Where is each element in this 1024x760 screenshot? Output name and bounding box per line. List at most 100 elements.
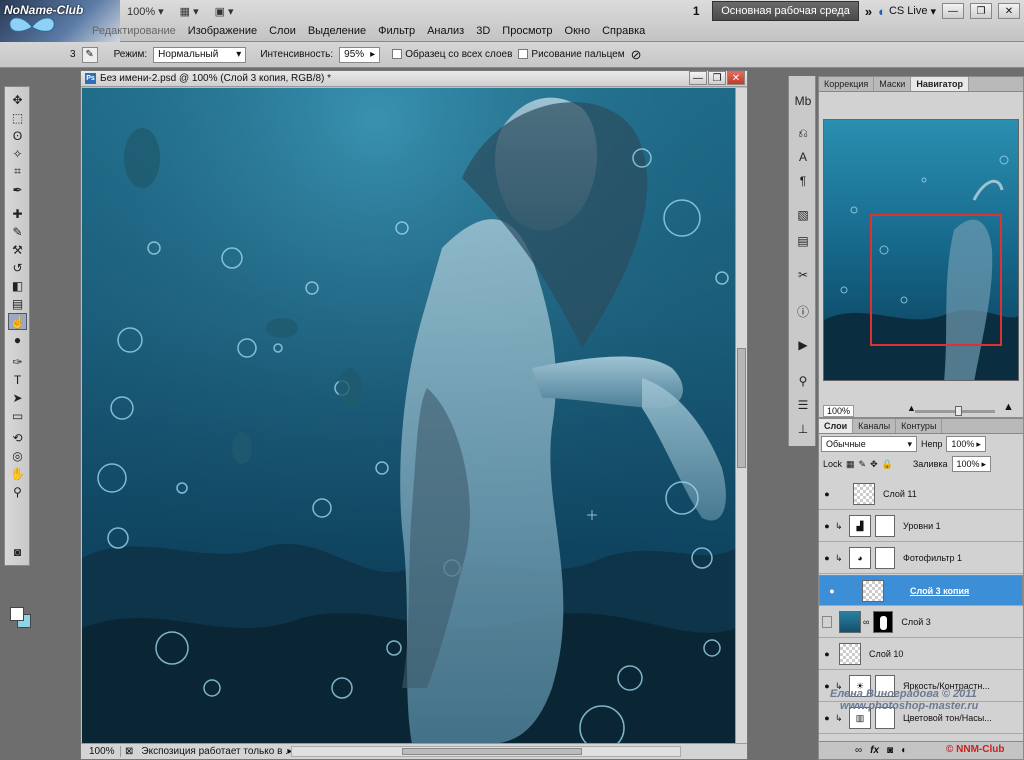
restore-button[interactable]: ❐ [970,3,992,19]
swatches-icon[interactable]: ▧ [793,206,813,224]
menu-layers[interactable]: Слои [263,22,302,40]
menu-image[interactable]: Изображение [182,22,263,40]
menu-analysis[interactable]: Анализ [421,22,470,40]
dodge-tool-icon[interactable]: ● [8,331,27,348]
path-select-tool-icon[interactable]: ➤ [8,389,27,406]
menu-help[interactable]: Справка [596,22,651,40]
horizontal-scroll-thumb[interactable] [402,748,582,755]
finger-painting-checkbox[interactable]: Рисование пальцем [518,49,625,60]
document-title-bar[interactable]: Ps Без имени-2.psd @ 100% (Слой 3 копия,… [81,71,747,87]
marquee-tool-icon[interactable]: ⬚ [8,109,27,126]
tool-presets-icon[interactable]: ✂ [793,266,813,284]
zoom-tool-icon[interactable]: ⚲ [8,483,27,500]
add-mask-icon[interactable]: ◙ [887,745,893,756]
expand-icon[interactable]: » [865,4,872,19]
3d-orbit-tool-icon[interactable]: ◎ [8,447,27,464]
eyedropper-tool-icon[interactable]: ✒ [8,181,27,198]
mini-bridge-icon[interactable]: Mb [793,92,813,110]
layer-row[interactable]: ● ↳ ▟ Уровни 1 [819,511,1023,542]
actions-icon[interactable]: ▶ [793,336,813,354]
visibility-eye-icon[interactable]: ● [819,713,835,723]
hand-tool-icon[interactable]: ✋ [8,465,27,482]
lock-move-icon[interactable]: ✥ [870,459,878,470]
clone-source-icon[interactable]: ⚲ [793,372,813,390]
new-adjustment-icon[interactable]: ◐ [901,745,907,756]
lasso-tool-icon[interactable]: ʘ [8,127,27,144]
visibility-eye-icon[interactable]: ● [819,521,835,531]
menu-edit[interactable]: Редактирование [86,22,182,40]
fx-icon[interactable]: fx [870,745,879,756]
eraser-tool-icon[interactable]: ◧ [8,277,27,294]
close-button[interactable]: ✕ [998,3,1020,19]
navigator-zoom-slider[interactable] [915,406,995,416]
navigator-zoom-field[interactable]: 100% [823,405,855,417]
lock-brush-icon[interactable]: ✎ [859,459,867,470]
intensity-input[interactable]: 95% ▸ [339,46,381,63]
lock-all-icon[interactable]: 🔒 [882,459,893,470]
history-icon[interactable]: ⎌ [793,124,813,142]
move-tool-icon[interactable]: ✥ [8,91,27,108]
paragraph-icon[interactable]: ¶ [793,172,813,190]
horizontal-scrollbar[interactable] [291,746,681,757]
vertical-scroll-thumb[interactable] [737,348,746,468]
brush-tool-icon[interactable]: ✎ [8,223,27,240]
minimize-button[interactable]: — [942,3,964,19]
status-zoom[interactable]: 100% [81,746,121,757]
layer-row-selected[interactable]: ● Слой 3 копия [819,575,1023,606]
quick-select-tool-icon[interactable]: ✧ [8,145,27,162]
tab-paths[interactable]: Контуры [896,419,943,433]
sample-all-checkbox[interactable]: Образец со всех слоев [392,49,512,60]
doc-close-button[interactable]: ✕ [727,71,745,85]
blend-mode-select[interactable]: Обычные ▾ [821,436,917,452]
menu-3d[interactable]: 3D [470,22,496,40]
type-tool-icon[interactable]: T [8,371,27,388]
fill-input[interactable]: 100% ▸ [951,456,992,472]
mode-select[interactable]: Нормальный ▾ [153,46,247,63]
visibility-eye-icon[interactable]: ● [824,586,840,596]
visibility-eye-icon[interactable]: ● [819,489,835,499]
clone-stamp-tool-icon[interactable]: ⚒ [8,241,27,258]
opacity-input[interactable]: 100% ▸ [946,436,986,452]
brush-size[interactable]: 3 [70,49,76,60]
navigator-zoom-knob[interactable] [955,406,962,416]
tab-adjustments[interactable]: Коррекция [819,77,875,91]
menu-window[interactable]: Окно [559,22,597,40]
pressure-icon[interactable]: ⊘ [631,47,642,63]
layer-row[interactable]: ● ↳ ◕ Фотофильтр 1 [819,543,1023,574]
navigator-preview[interactable] [823,119,1019,381]
gradient-tool-icon[interactable]: ▤ [8,295,27,312]
screen-mode-button[interactable]: ▣ ▾ [210,3,239,20]
doc-minimize-button[interactable]: — [689,71,707,85]
lock-transparent-icon[interactable]: ▦ [846,459,855,470]
layer-row[interactable]: ∞ Слой 3 [819,607,1023,638]
layer-row[interactable]: ● Слой 11 [819,479,1023,510]
link-layers-icon[interactable]: ∞ [855,745,862,756]
brush-presets-icon[interactable]: ⊥ [793,420,813,438]
adjustments-icon[interactable]: ☰ [793,396,813,414]
doc-maximize-button[interactable]: ❐ [708,71,726,85]
zoom-dropdown[interactable]: 100% ▾ [122,3,169,20]
info-icon[interactable]: ⓘ [793,302,813,320]
smudge-tool-icon[interactable]: ☝ [8,313,27,330]
quick-mask-icon[interactable]: ◙ [8,543,27,560]
navigator-view-box[interactable] [870,214,1002,346]
image-canvas[interactable] [82,88,736,744]
3d-rotate-tool-icon[interactable]: ⟲ [8,429,27,446]
cs-live-button[interactable]: ◐ CS Live ▾ [878,4,936,19]
history-brush-tool-icon[interactable]: ↺ [8,259,27,276]
foreground-color-swatch[interactable] [10,607,24,621]
menu-filter[interactable]: Фильтр [372,22,421,40]
zoom-in-icon[interactable]: ▲ [1003,401,1014,413]
crop-tool-icon[interactable]: ⌗ [8,163,27,180]
layer-row[interactable]: ● Слой 10 [819,639,1023,670]
vertical-scrollbar[interactable] [735,88,747,744]
view-extras-button[interactable]: ▦ ▾ [175,3,204,20]
visibility-toggle[interactable] [822,616,832,628]
brush-panel-icon[interactable]: ✎ [81,46,98,63]
menu-view[interactable]: Просмотр [496,22,558,40]
tab-masks[interactable]: Маски [874,77,912,91]
tab-channels[interactable]: Каналы [853,419,897,433]
character-icon[interactable]: A [793,148,813,166]
tab-navigator[interactable]: Навигатор [911,77,969,91]
status-info-icon[interactable]: ⊠ [121,746,137,757]
